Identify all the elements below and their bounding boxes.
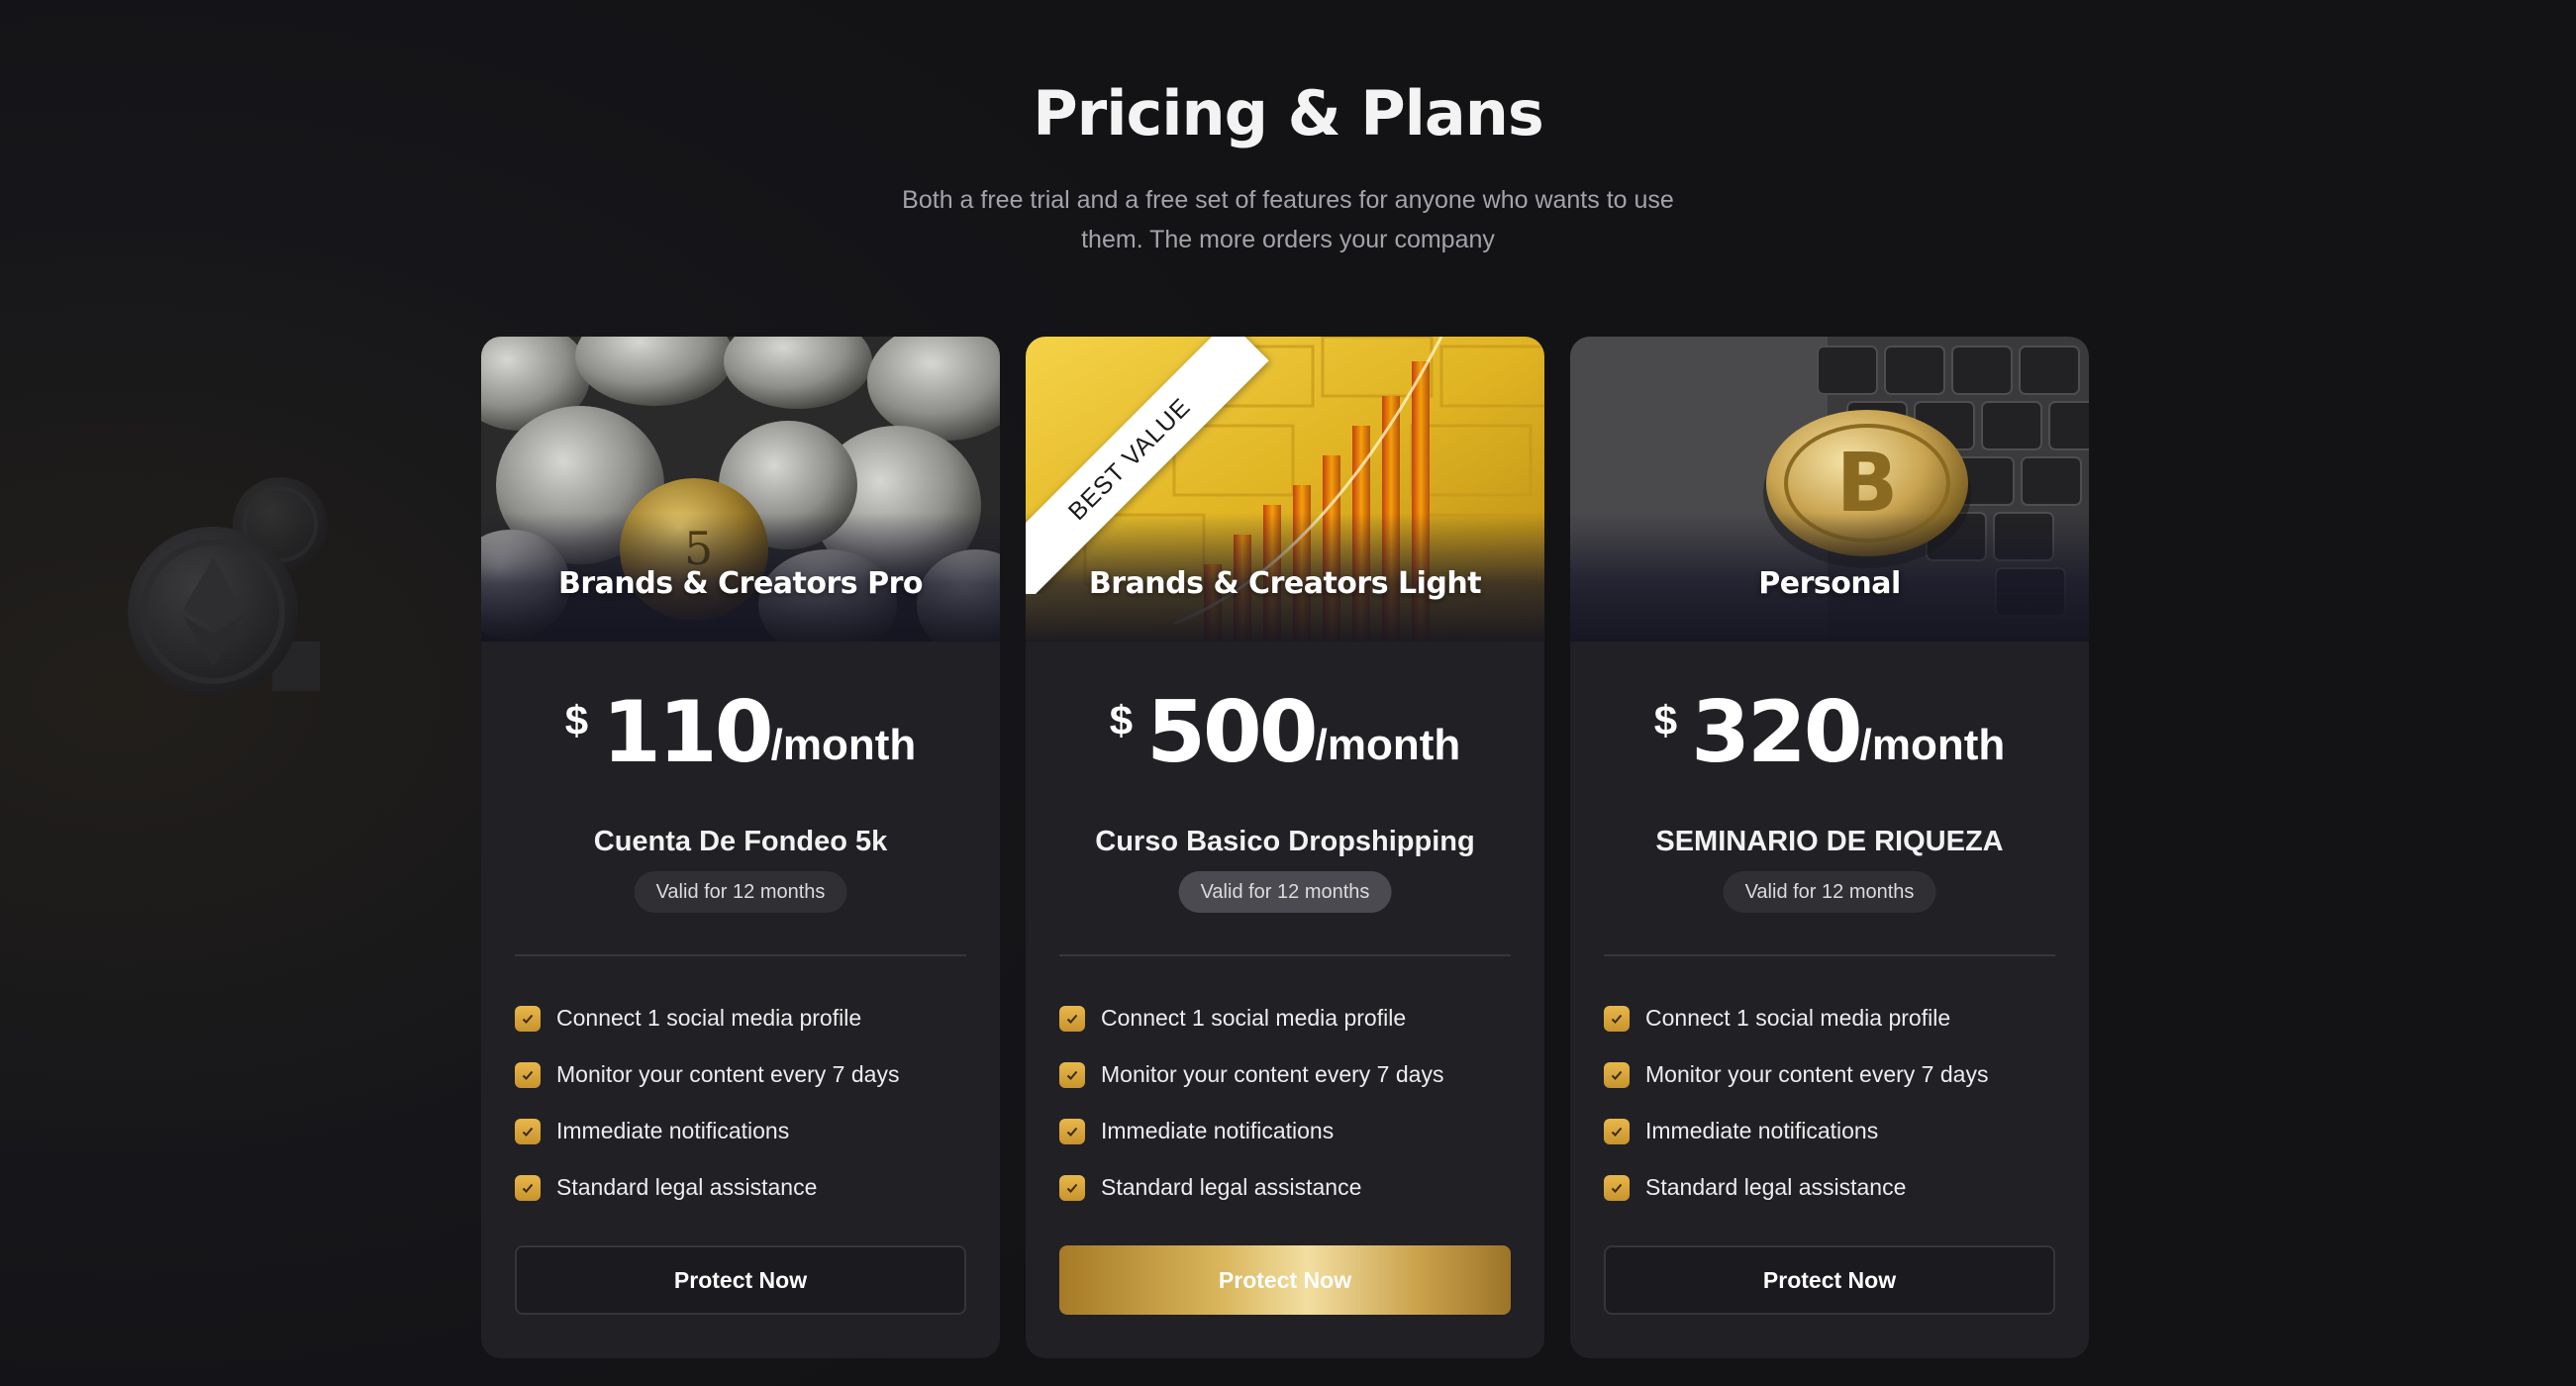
- plan-image: B Personal: [1570, 337, 2089, 642]
- protect-now-button[interactable]: Protect Now: [1604, 1245, 2055, 1315]
- feature-item: Monitor your content every 7 days: [1059, 1046, 1525, 1103]
- price: $ 500 /month: [1026, 683, 1544, 792]
- course-name: SEMINARIO DE RIQUEZA: [1655, 826, 2004, 857]
- feature-item: Standard legal assistance: [1604, 1159, 2069, 1216]
- feature-item: Monitor your content every 7 days: [515, 1046, 980, 1103]
- check-icon: [515, 1061, 541, 1088]
- feature-item: Standard legal assistance: [1059, 1159, 1525, 1216]
- feature-label: Monitor your content every 7 days: [556, 1061, 900, 1087]
- price-amount: 320: [1691, 683, 1863, 782]
- feature-label: Standard legal assistance: [556, 1174, 818, 1200]
- plan-name: Brands & Creators Light: [1088, 566, 1482, 601]
- feature-item: Monitor your content every 7 days: [1604, 1046, 2069, 1103]
- subtitle-line-2: them. The more orders your company: [1081, 226, 1495, 253]
- validity-badge: Valid for 12 months: [1178, 871, 1392, 913]
- check-icon: [1604, 1118, 1630, 1144]
- page-subtitle: Both a free trial and a free set of feat…: [0, 180, 2576, 259]
- check-icon: [515, 1118, 541, 1144]
- plan-image: 5 Brands & Creators Pro: [481, 337, 1000, 642]
- feature-label: Monitor your content every 7 days: [1645, 1061, 1989, 1087]
- check-icon: [515, 1005, 541, 1032]
- feature-label: Monitor your content every 7 days: [1101, 1061, 1444, 1087]
- course-name: Cuenta De Fondeo 5k: [593, 826, 888, 857]
- feature-list: Connect 1 social media profile Monitor y…: [1059, 990, 1525, 1216]
- price-amount: 500: [1146, 683, 1319, 782]
- best-value-badge: BEST VALUE: [1026, 337, 1269, 594]
- feature-label: Immediate notifications: [1645, 1118, 1879, 1143]
- ribbon: BEST VALUE: [1026, 337, 1283, 594]
- ethereum-coin-icon: [128, 477, 328, 697]
- validity-badge: Valid for 12 months: [1723, 871, 1936, 913]
- divider: [515, 954, 966, 956]
- plan-card-light: BEST VALUE Brands & Creators Light $ 500…: [1026, 337, 1544, 1358]
- feature-list: Connect 1 social media profile Monitor y…: [515, 990, 980, 1216]
- feature-label: Connect 1 social media profile: [556, 1005, 862, 1031]
- feature-item: Immediate notifications: [1604, 1103, 2069, 1159]
- price-period: /month: [770, 721, 917, 769]
- pricing-cards: 5 Brands & Creators Pro $ 110 /month Cue…: [481, 337, 2089, 1358]
- validity-badge: Valid for 12 months: [634, 871, 847, 913]
- feature-label: Connect 1 social media profile: [1645, 1005, 1951, 1031]
- plan-name: Brands & Creators Pro: [558, 566, 924, 601]
- check-icon: [1059, 1118, 1085, 1144]
- page-title: Pricing & Plans: [1033, 77, 1544, 149]
- price: $ 320 /month: [1570, 683, 2089, 792]
- feature-label: Standard legal assistance: [1101, 1174, 1362, 1200]
- plan-card-pro: 5 Brands & Creators Pro $ 110 /month Cue…: [481, 337, 1000, 1358]
- feature-label: Immediate notifications: [556, 1118, 790, 1143]
- check-icon: [1059, 1174, 1085, 1201]
- price: $ 110 /month: [481, 683, 1000, 792]
- subtitle-line-1: Both a free trial and a free set of feat…: [902, 186, 1674, 214]
- feature-item: Connect 1 social media profile: [1059, 990, 1525, 1046]
- divider: [1059, 954, 1511, 956]
- check-icon: [515, 1174, 541, 1201]
- check-icon: [1059, 1061, 1085, 1088]
- price-currency: $: [1653, 697, 1678, 743]
- feature-item: Connect 1 social media profile: [1604, 990, 2069, 1046]
- feature-list: Connect 1 social media profile Monitor y…: [1604, 990, 2069, 1216]
- price-amount: 110: [602, 683, 774, 782]
- check-icon: [1604, 1174, 1630, 1201]
- feature-item: Immediate notifications: [1059, 1103, 1525, 1159]
- check-icon: [1604, 1005, 1630, 1032]
- price-currency: $: [1109, 697, 1134, 743]
- check-icon: [1059, 1005, 1085, 1032]
- plan-card-personal: B Personal $ 320 /month SEMINARIO DE RIQ…: [1570, 337, 2089, 1358]
- feature-label: Connect 1 social media profile: [1101, 1005, 1407, 1031]
- feature-label: Immediate notifications: [1101, 1118, 1335, 1143]
- feature-item: Standard legal assistance: [515, 1159, 980, 1216]
- feature-item: Connect 1 social media profile: [515, 990, 980, 1046]
- price-currency: $: [564, 697, 589, 743]
- plan-name: Personal: [1758, 566, 1901, 601]
- feature-label: Standard legal assistance: [1645, 1174, 1907, 1200]
- price-period: /month: [1315, 721, 1461, 769]
- divider: [1604, 954, 2055, 956]
- feature-item: Immediate notifications: [515, 1103, 980, 1159]
- plan-image: BEST VALUE Brands & Creators Light: [1026, 337, 1544, 642]
- course-name: Curso Basico Dropshipping: [1095, 826, 1475, 857]
- price-period: /month: [1859, 721, 2006, 769]
- protect-now-button[interactable]: Protect Now: [1059, 1245, 1511, 1315]
- check-icon: [1604, 1061, 1630, 1088]
- protect-now-button[interactable]: Protect Now: [515, 1245, 966, 1315]
